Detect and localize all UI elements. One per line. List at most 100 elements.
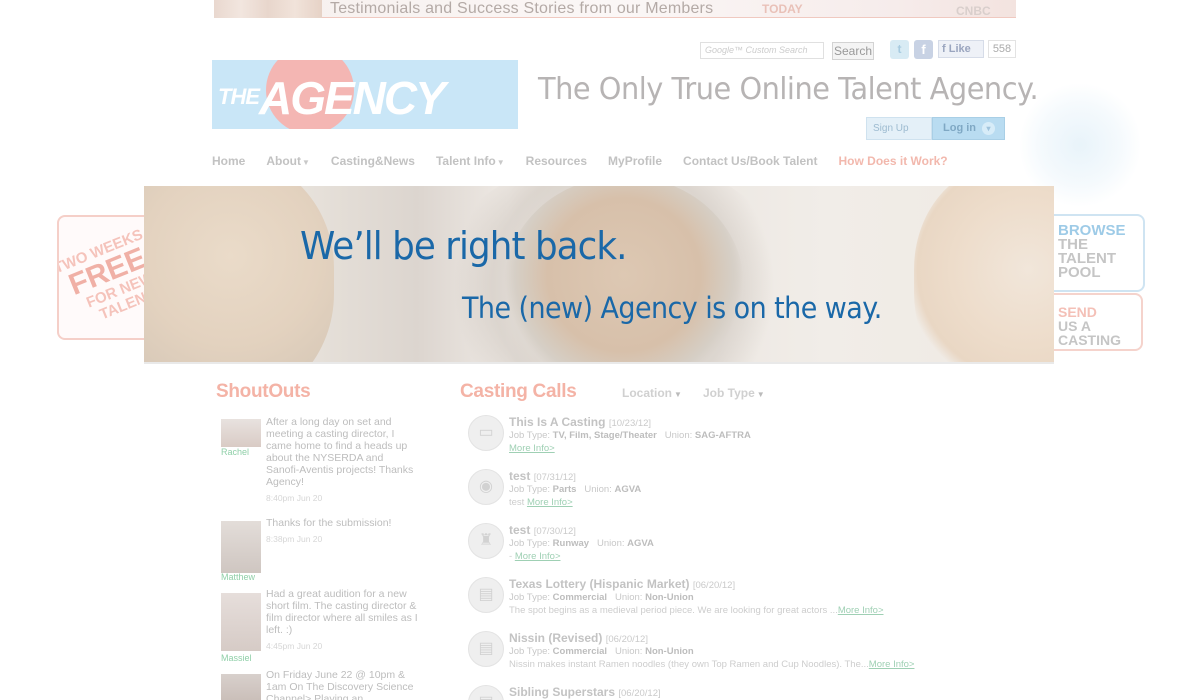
shoutout-item: Matthew Thanks for the submission! 8:38pm… [221, 517, 421, 582]
casting-call-title[interactable]: Nissin (Revised) [06/20/12] [509, 631, 648, 645]
casting-call-item: ▭ This Is A Casting [10/23/12] Job Type:… [468, 415, 988, 465]
clapper-icon: ▤ [468, 685, 504, 700]
casting-call-title[interactable]: Texas Lottery (Hispanic Market) [06/20/1… [509, 577, 735, 591]
shoutout-text: Thanks for the submission! 8:38pm Jun 20 [266, 517, 418, 545]
clapper-icon: ▤ [468, 577, 504, 613]
facebook-like-icon: f [942, 43, 949, 55]
casting-call-item: ▤ Nissin (Revised) [06/20/12] Job Type: … [468, 631, 988, 681]
clapper-icon: ▤ [468, 631, 504, 667]
twitter-icon[interactable]: t [890, 40, 909, 59]
casting-call-title[interactable]: test [07/30/12] [509, 523, 576, 537]
tv-icon: ▭ [468, 415, 504, 451]
more-info-link[interactable]: More Info> [869, 659, 915, 670]
send-casting-badge[interactable]: SEND US A CASTING [1054, 293, 1143, 351]
casting-call-item: ♜ test [07/30/12] Job Type: Runway Union… [468, 523, 988, 573]
banner-subheadline: The (new) Agency is on the way. [462, 291, 882, 325]
shoutout-time: 8:40pm Jun 20 [266, 493, 323, 503]
site-header: THEAGENCY The Only True Online Talent Ag… [196, 28, 1039, 188]
shoutout-text: On Friday June 22 @ 10pm & 1am On The Di… [266, 669, 414, 700]
facebook-like-button[interactable]: f Like [938, 40, 984, 58]
site-tagline: The Only True Online Talent Agency. [538, 72, 1039, 107]
browse-talent-pool-badge[interactable]: BROWSE THE TALENT POOL [1054, 214, 1145, 292]
member-faces-image [214, 0, 322, 18]
maintenance-banner: We’ll be right back. The (new) Agency is… [144, 186, 1054, 364]
site-logo[interactable]: THEAGENCY [212, 60, 518, 129]
casting-calls-heading: Casting Calls [460, 381, 577, 402]
more-info-link[interactable]: More Info> [527, 497, 573, 508]
shoutouts-heading: ShoutOuts [216, 381, 311, 402]
casting-call-item: ▤ Texas Lottery (Hispanic Market) [06/20… [468, 577, 988, 627]
nav-item-how-it-works[interactable]: How Does it Work? [839, 152, 948, 170]
log-in-label: Log in [943, 122, 976, 134]
two-weeks-free-text: TWO WEEKS FREE FOR NEW TALENT! [57, 226, 145, 324]
job-type-filter[interactable]: Job Type ▼ [703, 386, 765, 400]
chevron-down-icon: ▼ [674, 390, 682, 399]
nav-item-home[interactable]: Home [212, 152, 245, 170]
log-in-button[interactable]: Log in ▾ [932, 117, 1005, 140]
avatar[interactable] [221, 674, 261, 700]
casting-call-desc: - More Info> [509, 551, 561, 562]
search-input[interactable]: Google™ Custom Search [700, 42, 824, 59]
shoutout-item: Rachel After a long day on set and meeti… [221, 416, 421, 511]
casting-call-desc: The spot begins as a medieval period pie… [509, 605, 884, 616]
casting-call-meta: Job Type: Runway Union: AGVA [509, 538, 654, 549]
today-logo: TODAY [762, 2, 803, 16]
testimonials-text: Testimonials and Success Stories from ou… [330, 0, 714, 17]
casting-call-desc: test More Info> [509, 497, 573, 508]
nav-item-talent-info[interactable]: Talent Info▼ [436, 152, 505, 172]
casting-call-title[interactable]: Sibling Superstars [06/20/12] [509, 685, 661, 699]
nav-item-resources[interactable]: Resources [526, 152, 587, 170]
testimonials-banner[interactable]: Testimonials and Success Stories from ou… [214, 0, 1016, 18]
casting-call-meta: Job Type: Parts Union: AGVA [509, 484, 642, 495]
avatar[interactable] [221, 419, 261, 447]
banner-headline: We’ll be right back. [300, 224, 627, 268]
nav-item-about[interactable]: About▼ [266, 152, 310, 172]
browse-talent-pool-text: BROWSE THE TALENT POOL [1058, 222, 1126, 281]
casting-call-title[interactable]: test [07/31/12] [509, 469, 576, 483]
like-label: Like [948, 43, 971, 55]
casting-call-title[interactable]: This Is A Casting [10/23/12] [509, 415, 651, 429]
casting-call-item: ▤ Sibling Superstars [06/20/12] [468, 685, 988, 700]
sign-up-label: Sign Up [873, 123, 909, 134]
location-filter[interactable]: Location ▼ [622, 386, 682, 400]
chevron-down-icon: ▼ [302, 158, 310, 167]
two-weeks-free-badge[interactable]: TWO WEEKS FREE FOR NEW TALENT! [57, 215, 145, 340]
logo-text: THEAGENCY [218, 72, 446, 124]
shoutout-text: After a long day on set and meeting a ca… [266, 416, 418, 504]
banner-model-center [504, 186, 744, 362]
banner-model-left [144, 186, 334, 362]
runway-icon: ♜ [468, 523, 504, 559]
sign-up-button[interactable]: Sign Up [866, 117, 932, 140]
shoutout-time: 4:45pm Jun 20 [266, 641, 323, 651]
page: Testimonials and Success Stories from ou… [0, 0, 1200, 700]
cnbc-logo: CNBC [956, 4, 991, 18]
casting-call-item: ◉ test [07/31/12] Job Type: Parts Union:… [468, 469, 988, 519]
main-nav: Home About▼ Casting&News Talent Info▼ Resour… [212, 152, 969, 170]
banner-model-right [914, 186, 1054, 362]
casting-call-meta: Job Type: Commercial Union: Non-Union [509, 592, 694, 603]
camera-icon: ◉ [468, 469, 504, 505]
nav-item-myprofile[interactable]: MyProfile [608, 152, 662, 170]
casting-call-desc: More Info> [509, 443, 555, 454]
shoutout-time: 8:38pm Jun 20 [266, 534, 323, 544]
casting-call-meta: Job Type: TV, Film, Stage/Theater Union:… [509, 430, 751, 441]
more-info-link[interactable]: More Info> [509, 443, 555, 454]
more-info-link[interactable]: More Info> [838, 605, 884, 616]
more-info-link[interactable]: More Info> [515, 551, 561, 562]
shoutout-item: On Friday June 22 @ 10pm & 1am On The Di… [221, 669, 421, 700]
shoutout-author[interactable]: Matthew [221, 572, 255, 582]
shoutout-author[interactable]: Rachel [221, 447, 249, 457]
chevron-down-icon: ▼ [756, 390, 765, 399]
shoutout-author[interactable]: Massiel [221, 653, 252, 663]
shoutout-item: Massiel Had a great audition for a new s… [221, 588, 421, 663]
facebook-icon[interactable]: f [914, 40, 933, 59]
like-count: 558 [988, 40, 1016, 58]
nav-item-contact[interactable]: Contact Us/Book Talent [683, 152, 817, 170]
casting-call-desc: Nissin makes instant Ramen noodles (they… [509, 659, 915, 670]
avatar[interactable] [221, 521, 261, 573]
search-button[interactable]: Search [832, 42, 874, 60]
send-casting-text: SEND US A CASTING [1058, 304, 1121, 348]
avatar[interactable] [221, 593, 261, 651]
casting-call-meta: Job Type: Commercial Union: Non-Union [509, 646, 694, 657]
nav-item-casting-news[interactable]: Casting&News [331, 152, 415, 170]
